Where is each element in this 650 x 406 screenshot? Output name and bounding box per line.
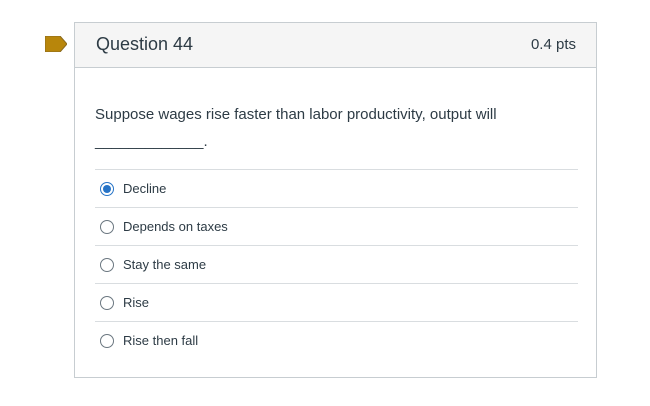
- answer-list: Decline Depends on taxes Stay the same R…: [95, 169, 578, 359]
- question-points: 0.4 pts: [530, 36, 576, 53]
- question-text: Suppose wages rise faster than labor pro…: [95, 101, 585, 155]
- radio-button-selected[interactable]: [100, 181, 114, 196]
- radio-button[interactable]: [100, 333, 114, 348]
- radio-button[interactable]: [100, 219, 114, 234]
- question-blank: _____________.: [95, 133, 208, 150]
- question-card: Question 44 0.4 pts Suppose wages rise f…: [74, 22, 597, 378]
- answer-option-rise-then-fall[interactable]: Rise then fall: [95, 321, 578, 359]
- answer-label: Depends on taxes: [123, 219, 228, 234]
- question-header: Question 44 0.4 pts: [75, 23, 596, 68]
- answer-label: Rise then fall: [123, 333, 199, 348]
- answer-option-decline[interactable]: Decline: [95, 169, 578, 207]
- answer-option-rise[interactable]: Rise: [95, 283, 578, 321]
- answer-option-stay-the-same[interactable]: Stay the same: [95, 245, 578, 283]
- quiz-page: Question 44 0.4 pts Suppose wages rise f…: [0, 0, 650, 406]
- answer-option-depends-on-taxes[interactable]: Depends on taxes: [95, 207, 578, 245]
- radio-button[interactable]: [100, 295, 114, 310]
- question-title: Question 44: [96, 34, 194, 54]
- answer-label: Rise: [123, 295, 150, 310]
- answer-label: Decline: [123, 181, 167, 196]
- radio-button[interactable]: [100, 257, 114, 272]
- flag-question-icon[interactable]: [45, 36, 67, 52]
- answer-label: Stay the same: [123, 257, 207, 272]
- question-prompt: Suppose wages rise faster than labor pro…: [95, 106, 497, 123]
